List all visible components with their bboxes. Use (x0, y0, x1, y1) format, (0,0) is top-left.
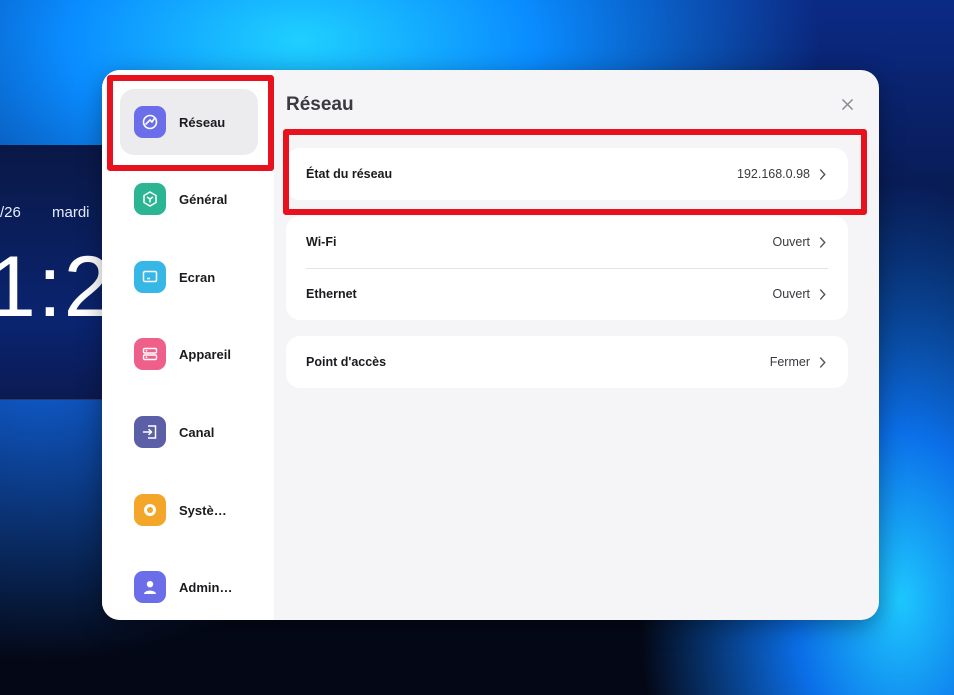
home-weekday: mardi (52, 204, 90, 221)
settings-content: Réseau État du réseau 192.168.0.98 Wi-Fi… (274, 70, 879, 620)
wifi-row[interactable]: Wi-Fi Ouvert (286, 216, 848, 268)
page-title: Réseau (286, 94, 354, 115)
row-label: Wi-Fi (306, 235, 337, 249)
sidebar-item-label: Admin… (179, 579, 233, 595)
sidebar-item-label: Ecran (179, 269, 216, 285)
input-source-icon (134, 416, 166, 448)
row-label: État du réseau (306, 167, 393, 181)
row-label: Ethernet (306, 287, 357, 301)
hotspot-card: Point d'accès Fermer (286, 336, 848, 388)
sidebar-item-label: Systè… (179, 502, 227, 518)
row-label: Point d'accès (306, 355, 387, 369)
sidebar-item-label: Réseau (179, 114, 226, 130)
cube-icon (134, 183, 166, 215)
close-button[interactable] (837, 94, 857, 114)
display-icon (134, 261, 166, 293)
device-icon (134, 338, 166, 370)
chevron-right-icon (818, 355, 828, 369)
ethernet-status-value: Ouvert (772, 287, 810, 301)
sidebar-item-label: Canal (179, 424, 215, 440)
hotspot-status-value: Fermer (769, 355, 810, 369)
admin-user-icon (134, 571, 166, 603)
sidebar-item-device[interactable]: Appareil (120, 321, 258, 387)
network-status-card: État du réseau 192.168.0.98 (286, 148, 848, 200)
hotspot-row[interactable]: Point d'accès Fermer (286, 336, 848, 388)
chevron-right-icon (818, 287, 828, 301)
system-icon (134, 494, 166, 526)
sidebar-item-network[interactable]: Réseau (120, 89, 258, 155)
connection-card: Wi-Fi Ouvert Ethernet Ouvert (286, 216, 848, 320)
sidebar-item-system[interactable]: Systè… (120, 477, 258, 543)
ip-address-value: 192.168.0.98 (737, 167, 810, 181)
sidebar-item-admin[interactable]: Admin… (120, 554, 258, 620)
home-date-number: /26 (0, 204, 21, 221)
sidebar-item-label: Général (179, 191, 228, 207)
settings-sidebar: Réseau Général Ecran Appareil Canal Syst… (102, 70, 274, 620)
sidebar-item-label: Appareil (179, 346, 232, 362)
wifi-status-value: Ouvert (772, 235, 810, 249)
sidebar-item-display[interactable]: Ecran (120, 244, 258, 310)
home-clock-time: 1:2 (0, 244, 113, 330)
chevron-right-icon (818, 167, 828, 181)
network-status-row[interactable]: État du réseau 192.168.0.98 (286, 148, 848, 200)
network-icon (134, 106, 166, 138)
sidebar-item-general[interactable]: Général (120, 166, 258, 232)
ethernet-row[interactable]: Ethernet Ouvert (286, 268, 848, 320)
settings-dialog: Réseau Général Ecran Appareil Canal Syst… (102, 70, 879, 620)
chevron-right-icon (818, 235, 828, 249)
sidebar-item-channel[interactable]: Canal (120, 399, 258, 465)
close-icon (841, 98, 853, 110)
